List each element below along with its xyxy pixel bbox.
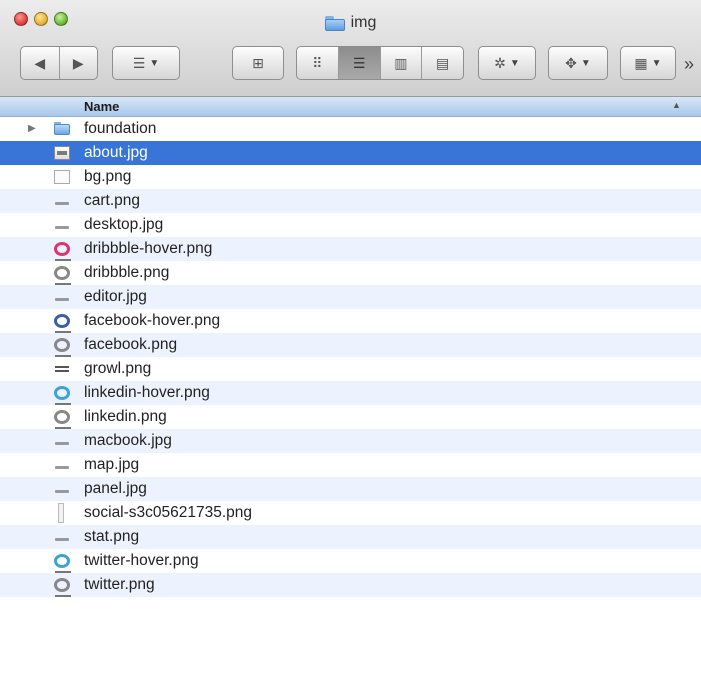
list-item[interactable]: dribbble.png [0,261,701,285]
folder-icon [54,122,70,136]
list-view-button[interactable]: ☰ [338,47,381,79]
file-name: foundation [84,120,157,137]
chevron-down-icon: ▼ [149,57,160,69]
blank-image-icon [54,170,70,184]
sort-ascending-icon: ▲ [672,100,681,110]
list-item[interactable]: bg.png [0,165,701,189]
file-name: desktop.jpg [84,216,164,233]
window-title-text: img [350,14,377,31]
list-item[interactable]: editor.jpg [0,285,701,309]
column-view-button[interactable]: ▥ [381,47,423,79]
list-item[interactable]: about.jpg [0,141,701,165]
list-item[interactable]: twitter.png [0,573,701,597]
column-header-name[interactable]: Name ▲ [0,97,701,117]
dribbble-icon [54,266,71,285]
grid-icon: ▦ [634,54,648,71]
column-header-label: Name [84,99,120,114]
bar-image-icon [54,290,70,304]
coverflow-view-icon: ▤ [436,54,450,71]
disclosure-triangle-icon[interactable]: ▶ [28,123,36,134]
list-item[interactable]: macbook.jpg [0,429,701,453]
folder-icon [324,15,345,31]
file-name: macbook.jpg [84,432,172,449]
list-item[interactable]: social-s3c05621735.png [0,501,701,525]
toolbar: ◀ ▶ ☰ ▼ ⊞ ⠿ ☰ ▥ ▤ ✲ ▼ ✥ ▼ ▦ ▼ » [0,46,701,82]
view-mode-control: ⠿ ☰ ▥ ▤ [296,46,464,80]
lines-image-icon [54,362,70,376]
list-item[interactable]: twitter-hover.png [0,549,701,573]
list-item[interactable]: ▶ foundation [0,117,701,141]
file-name: twitter-hover.png [84,552,199,569]
file-name: twitter.png [84,576,155,593]
list-item[interactable]: linkedin-hover.png [0,381,701,405]
twitter-icon [54,578,71,597]
chevron-down-icon: ▼ [580,57,591,69]
coverflow-view-button[interactable]: ▤ [422,47,463,79]
file-list: ▶ foundation about.jpg bg.png cart.png d… [0,117,701,597]
chevron-down-icon: ▼ [651,57,662,69]
quicklook-button[interactable]: ▦ ▼ [620,46,676,80]
facebook-hover-icon [54,314,71,333]
list-item[interactable]: growl.png [0,357,701,381]
bar-image-icon [54,194,70,208]
list-item[interactable]: facebook.png [0,333,701,357]
file-name: editor.jpg [84,288,147,305]
dropbox-button[interactable]: ✥ ▼ [548,46,608,80]
linkedin-icon [54,410,71,429]
window-toolbar: img ◀ ▶ ☰ ▼ ⊞ ⠿ ☰ ▥ ▤ ✲ ▼ ✥ ▼ ▦ ▼ » [0,0,701,97]
file-name: facebook-hover.png [84,312,221,329]
list-view-icon: ☰ [352,54,366,71]
dribbble-hover-icon [54,242,71,261]
file-name: dribbble-hover.png [84,240,213,257]
file-name: dribbble.png [84,264,170,281]
file-name: linkedin.png [84,408,167,425]
dropbox-icon: ✥ [565,54,577,71]
list-item[interactable]: map.jpg [0,453,701,477]
arrange-button[interactable]: ☰ ▼ [112,46,180,80]
action-button[interactable]: ✲ ▼ [478,46,536,80]
forward-button[interactable]: ▶ [60,47,98,79]
list-item[interactable]: panel.jpg [0,477,701,501]
list-item[interactable]: dribbble-hover.png [0,237,701,261]
finder-window: img ◀ ▶ ☰ ▼ ⊞ ⠿ ☰ ▥ ▤ ✲ ▼ ✥ ▼ ▦ ▼ » Name… [0,0,701,700]
new-folder-button[interactable]: ⊞ [232,46,284,80]
bar-image-icon [54,218,70,232]
linkedin-hover-icon [54,386,71,405]
file-name: facebook.png [84,336,178,353]
icon-view-button[interactable]: ⠿ [297,47,339,79]
sprite-image-icon [58,503,64,523]
file-name: map.jpg [84,456,140,473]
icon-view-icon: ⠿ [312,54,323,71]
file-name: panel.jpg [84,480,147,497]
file-name: cart.png [84,192,141,209]
file-name: linkedin-hover.png [84,384,210,401]
bar-image-icon [54,434,70,448]
toolbar-overflow-button[interactable]: » [684,54,694,75]
file-name: growl.png [84,360,152,377]
file-name: social-s3c05621735.png [84,504,253,521]
file-name: about.jpg [84,144,148,161]
bar-image-icon [54,530,70,544]
bar-image-icon [54,482,70,496]
gear-icon: ✲ [494,54,506,71]
chevron-down-icon: ▼ [509,57,520,69]
list-item[interactable]: linkedin.png [0,405,701,429]
column-view-icon: ▥ [394,54,408,71]
list-item[interactable]: desktop.jpg [0,213,701,237]
window-title: img [0,14,701,32]
back-button[interactable]: ◀ [21,47,60,79]
back-forward-control: ◀ ▶ [20,46,98,80]
arrange-icon: ☰ [132,54,146,71]
list-item[interactable]: facebook-hover.png [0,309,701,333]
facebook-icon [54,338,71,357]
file-name: stat.png [84,528,140,545]
twitter-hover-icon [54,554,71,573]
image-file-icon [54,146,70,160]
list-item[interactable]: cart.png [0,189,701,213]
file-name: bg.png [84,168,132,185]
list-item[interactable]: stat.png [0,525,701,549]
new-folder-icon: ⊞ [252,54,264,71]
bar-image-icon [54,458,70,472]
